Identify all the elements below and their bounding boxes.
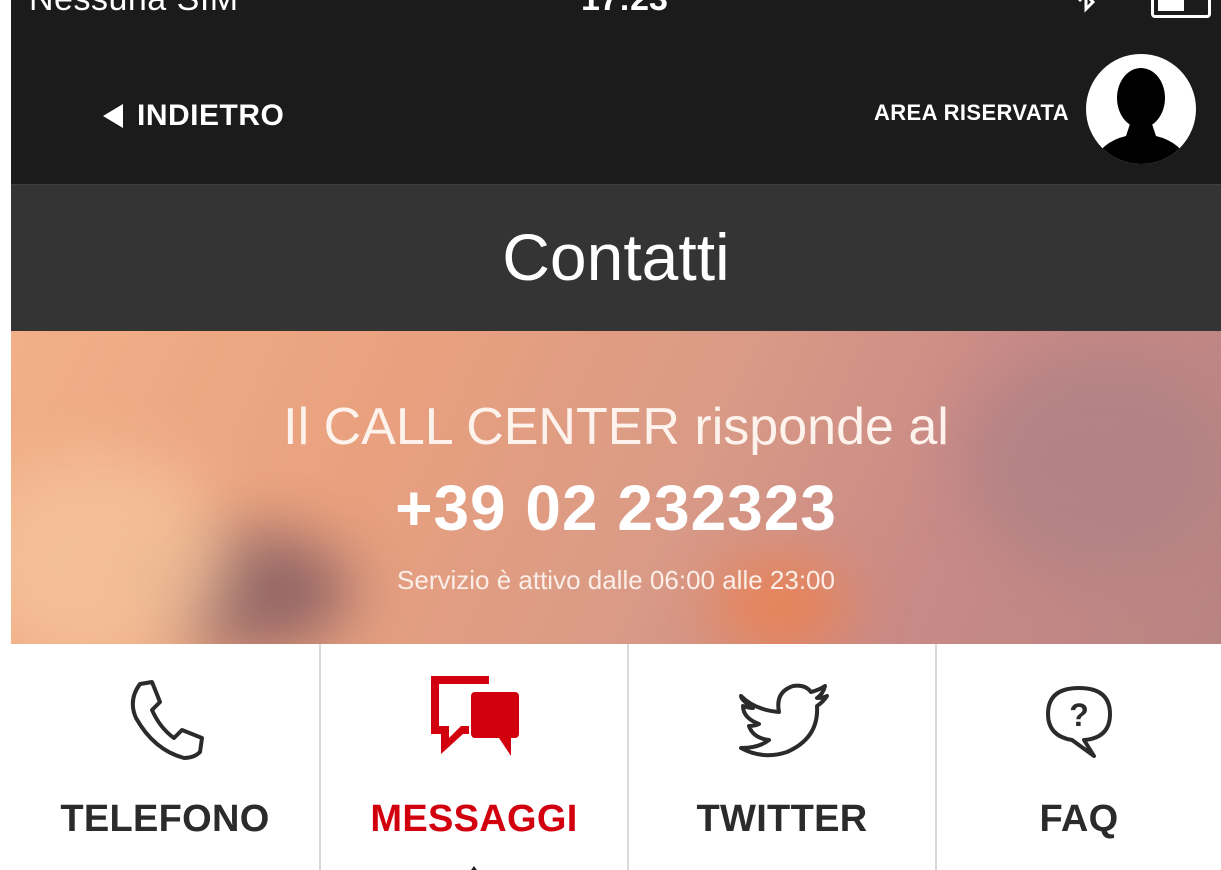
tab-label: MESSAGGI [370, 798, 578, 840]
back-button[interactable]: INDIETRO [103, 96, 284, 136]
reserved-area-link[interactable]: AREA RISERVATA [874, 100, 1069, 126]
tab-label: FAQ [1039, 798, 1119, 840]
tab-messaggi[interactable]: MESSAGGI [321, 644, 629, 870]
clock: 17:23 [581, 0, 668, 19]
nav-bar: INDIETRO AREA RISERVATA [11, 44, 1221, 184]
service-hours: Servizio è attivo dalle 06:00 alle 23:00 [397, 565, 835, 595]
carrier-label: Nessuna SIM [29, 0, 239, 19]
question-bubble-icon: ? [1024, 666, 1134, 776]
active-tab-indicator [464, 866, 484, 870]
call-center-text: Il CALL CENTER risponde al [283, 398, 949, 456]
status-bar: Nessuna SIM 17:23 [11, 0, 1221, 44]
app-screen: Nessuna SIM 17:23 INDIETRO AREA RISERVAT… [11, 0, 1221, 870]
call-center-phone[interactable]: +39 02 232323 [11, 471, 1221, 545]
battery-icon [1151, 0, 1211, 18]
back-label: INDIETRO [137, 99, 285, 132]
tab-label: TELEFONO [60, 798, 270, 840]
contact-tabs: TELEFONO MESSAGGI TWITTER ? FAQ [11, 644, 1221, 870]
tab-faq[interactable]: ? FAQ [937, 644, 1221, 870]
tab-telefono[interactable]: TELEFONO [11, 644, 321, 870]
twitter-bird-icon [727, 666, 837, 776]
tab-label: TWITTER [696, 798, 868, 840]
tab-twitter[interactable]: TWITTER [629, 644, 937, 870]
back-arrow-icon [103, 104, 123, 128]
title-bar: Contatti [11, 184, 1221, 332]
call-center-banner: Il CALL CENTER risponde al +39 02 232323… [11, 331, 1221, 644]
svg-text:?: ? [1069, 697, 1089, 733]
user-silhouette-icon[interactable] [1086, 54, 1196, 164]
page-title: Contatti [502, 220, 730, 294]
phone-icon [110, 666, 220, 776]
chat-bubbles-icon [419, 666, 529, 776]
bluetooth-icon [1075, 0, 1099, 27]
